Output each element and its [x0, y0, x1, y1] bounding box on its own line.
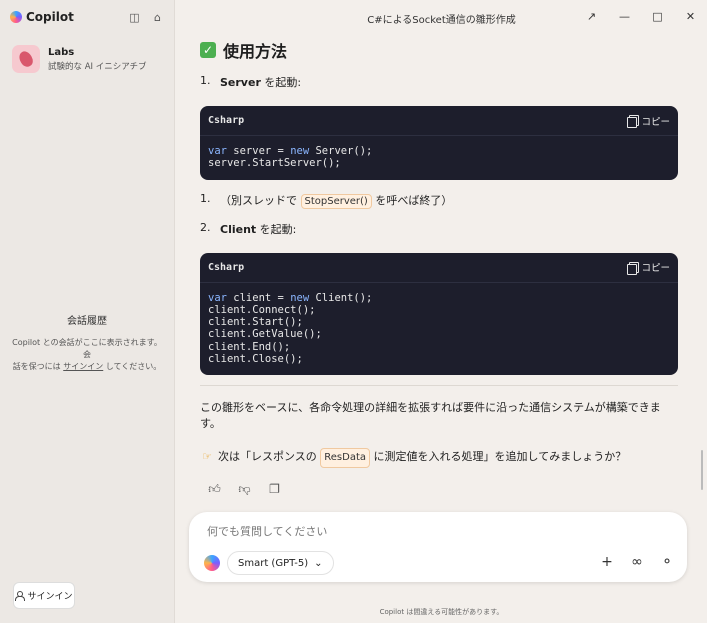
code-body: var client = new Client(); client.Connect…	[200, 283, 678, 376]
inline-code: ResData	[320, 448, 371, 469]
list-item-text: を起動:	[260, 76, 302, 89]
note-text-end: を呼べば終了）	[371, 193, 453, 207]
code-line: client.End();	[208, 340, 291, 353]
history-text: Copilot との会話がここに表示されます。会 話を保つには サインイン して…	[12, 337, 162, 373]
message-input[interactable]: 何でも質問してください	[207, 523, 327, 539]
maximize-button[interactable]: □	[641, 0, 674, 32]
inline-code: StopServer()	[300, 193, 372, 209]
signin-label: サインイン	[27, 592, 73, 602]
list-number: 2.	[200, 220, 211, 234]
list-number: 1.	[200, 74, 211, 87]
labs-entry[interactable]: Labs 試験的な AI イニシアチブ	[12, 45, 147, 73]
code-block-client: Csharp コピー var client = new Client(); cli…	[200, 252, 678, 376]
main-pane: C#によるSocket通信の雛形作成 ↗ — □ ✕ ✓ 使用方法 1. Ser…	[176, 0, 707, 623]
history-signin-link[interactable]: サインイン	[63, 362, 103, 371]
signin-button[interactable]: サインイン	[13, 582, 75, 609]
chevron-down-icon: ⌄	[314, 557, 323, 569]
code-line: client.GetValue();	[208, 328, 322, 341]
code-block-server: Csharp コピー var server = new Server(); ser…	[200, 106, 678, 180]
followup-text: 次は「レスポンスの	[218, 450, 321, 464]
plus-icon[interactable]: +	[599, 554, 615, 570]
section-title: 使用方法	[223, 42, 288, 61]
history-text-line3: してください。	[105, 362, 162, 371]
code-line: client.Close();	[208, 353, 303, 366]
copy-label: コピー	[641, 263, 670, 275]
copy-button[interactable]: コピー	[627, 260, 670, 275]
copilot-logo-icon	[10, 11, 22, 23]
popout-icon[interactable]: ↗	[575, 0, 608, 32]
list-item-note: 1. （別スレッドで StopServer() を呼べば終了）	[200, 192, 678, 209]
message-actions: 👍︎ 👎︎ ❐	[208, 482, 678, 497]
check-icon: ✓	[200, 42, 216, 58]
copy-label: コピー	[641, 116, 670, 128]
list-item-server: 1. Server を起動:	[200, 74, 678, 90]
copy-icon	[627, 115, 640, 128]
copy-message-icon[interactable]: ❐	[268, 482, 281, 496]
labs-subtitle: 試験的な AI イニシアチブ	[48, 61, 147, 72]
thumbs-down-icon[interactable]: 👎︎	[238, 482, 251, 496]
model-label: Smart (GPT-5)	[238, 557, 309, 569]
thumbs-up-icon[interactable]: 👍︎	[208, 482, 221, 496]
copy-icon	[627, 261, 640, 275]
close-button[interactable]: ✕	[674, 0, 707, 32]
list-number: 1.	[200, 191, 211, 205]
code-line: server.StartServer();	[208, 157, 341, 170]
history-text-line2: 話を保つには	[12, 362, 61, 371]
list-item-bold: Client	[220, 222, 257, 236]
app-name: Copilot	[26, 10, 74, 24]
list-item-text: を起動:	[256, 222, 297, 236]
sidebar-header: Copilot ◫ ⌂	[10, 8, 164, 26]
glasses-icon[interactable]: ∞	[629, 554, 645, 570]
copilot-logo[interactable]: Copilot	[10, 10, 74, 24]
followup-text-end: に測定値を入れる処理」を追加してみましょうか？	[370, 450, 627, 464]
sidebar: Copilot ◫ ⌂ Labs 試験的な AI イニシアチブ 会話履歴 Cop…	[0, 0, 175, 623]
summary-text: この雛形をベースに、各命令処理の詳細を拡張すれば要件に沿った通信システムが構築で…	[200, 385, 678, 432]
home-icon[interactable]: ⌂	[151, 11, 164, 24]
model-selector[interactable]: Smart (GPT-5) ⌄	[227, 551, 334, 575]
microphone-icon[interactable]: ⚬	[659, 554, 675, 570]
followup-suggestion: ☞ 次は「レスポンスの ResData に測定値を入れる処理」を追加してみましょう…	[200, 448, 678, 469]
composer: 何でも質問してください Smart (GPT-5) ⌄ + ∞ ⚬	[189, 512, 687, 582]
person-icon	[15, 591, 26, 601]
history-title: 会話履歴	[67, 316, 107, 327]
minimize-button[interactable]: —	[608, 0, 641, 32]
copilot-logo-icon	[204, 555, 220, 571]
note-text: （別スレッドで	[220, 193, 301, 207]
code-line: var client = new Client();	[208, 291, 373, 304]
pointing-hand-icon: ☞	[202, 450, 212, 464]
titlebar: C#によるSocket通信の雛形作成 ↗ — □ ✕	[176, 0, 707, 32]
list-item-client: 2. Client を起動:	[200, 221, 678, 237]
conversation-history: 会話履歴 Copilot との会話がここに表示されます。会 話を保つには サイン…	[12, 312, 162, 373]
disclaimer: Copilot は間違える可能性があります。	[379, 608, 504, 616]
code-line: client.Start();	[208, 316, 303, 329]
code-language: Csharp	[208, 261, 245, 273]
chat-content: ✓ 使用方法 1. Server を起動: Csharp コピー var ser…	[200, 32, 678, 496]
code-line: client.Connect();	[208, 303, 316, 316]
section-heading: ✓ 使用方法	[200, 38, 678, 62]
copy-button[interactable]: コピー	[627, 114, 670, 128]
code-language: Csharp	[208, 115, 245, 126]
scrollbar[interactable]	[701, 450, 703, 490]
labs-icon	[12, 45, 40, 73]
code-line: var server = new Server();	[208, 145, 373, 157]
history-text-line1: Copilot との会話がここに表示されます。会	[12, 338, 162, 359]
list-item-bold: Server	[220, 76, 261, 89]
labs-title: Labs	[48, 46, 75, 58]
code-body: var server = new Server(); server.StartSe…	[200, 136, 678, 180]
sidebar-toggle-icon[interactable]: ◫	[128, 11, 141, 24]
